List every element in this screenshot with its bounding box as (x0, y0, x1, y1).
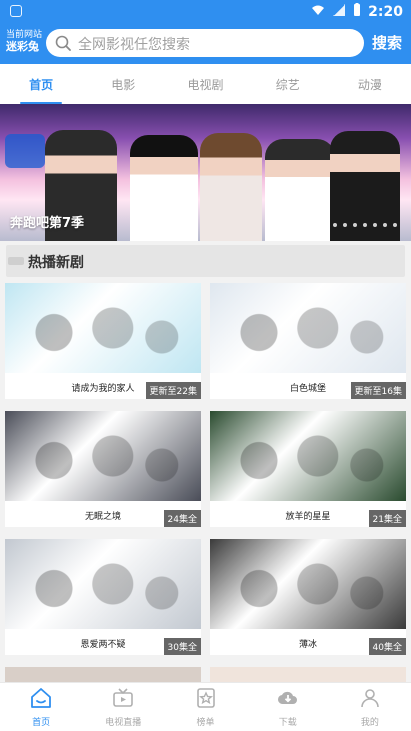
banner-dot[interactable] (313, 223, 317, 227)
thumbnail-artwork (210, 283, 406, 373)
signal-icon (332, 3, 346, 21)
drama-card[interactable]: 21集全 放羊的星星 (210, 411, 406, 527)
wifi-icon (310, 3, 326, 21)
nav-home[interactable]: 首页 (0, 683, 82, 731)
nav-profile-label: 我的 (360, 718, 379, 728)
current-site[interactable]: 当前网站 迷彩兔 (6, 29, 42, 53)
hero-banner[interactable]: 奔跑吧第7季 (0, 104, 411, 241)
drama-card[interactable]: 24集全 无眠之境 (5, 411, 201, 527)
nav-rankings[interactable]: 榜单 (164, 683, 246, 731)
section-marker (8, 257, 24, 265)
drama-thumbnail (5, 411, 201, 501)
drama-title: 放羊的星星 (285, 512, 331, 522)
drama-thumbnail (210, 283, 406, 373)
status-icons: 2:20 (310, 3, 403, 21)
drama-title: 无眠之境 (84, 512, 121, 522)
banner-dot[interactable] (303, 223, 307, 227)
drama-card[interactable]: 更新至22集 请成为我的家人 (5, 283, 201, 399)
current-site-name: 迷彩兔 (6, 40, 39, 53)
thumbnail-artwork (210, 411, 406, 501)
banner-dot[interactable] (393, 223, 397, 227)
home-icon (29, 686, 53, 713)
bottom-navigation: 首页 电视直播 榜单 下载 我的 (0, 682, 411, 731)
category-tabs: 首页 电影 电视剧 综艺 动漫 (0, 64, 411, 104)
tab-home[interactable]: 首页 (0, 64, 82, 104)
top-header: 当前网站 迷彩兔 全网影视任您搜索 搜索 (0, 24, 411, 64)
banner-dot[interactable] (363, 223, 367, 227)
thumbnail-artwork (5, 283, 201, 373)
drama-card[interactable]: 30集全 恩爱两不疑 (5, 539, 201, 655)
banner-caption: 奔跑吧第7季 (10, 216, 85, 231)
banner-dot[interactable] (343, 223, 347, 227)
banner-dot[interactable] (383, 223, 387, 227)
thumbnail-artwork (210, 539, 406, 629)
nav-live-tv[interactable]: 电视直播 (82, 683, 164, 731)
tab-tv-series[interactable]: 电视剧 (164, 64, 246, 104)
section-header: 热播新剧 (6, 245, 405, 277)
nav-live-tv-label: 电视直播 (105, 718, 142, 728)
drama-card[interactable]: 40集全 薄冰 (210, 539, 406, 655)
banner-dot[interactable] (353, 223, 357, 227)
tab-anime[interactable]: 动漫 (329, 64, 411, 104)
drama-title: 恩爱两不疑 (80, 640, 126, 650)
star-icon (194, 686, 218, 713)
drama-title: 薄冰 (298, 640, 317, 650)
thumbnail-artwork (5, 539, 201, 629)
search-placeholder: 全网影视任您搜索 (78, 37, 190, 53)
search-button[interactable]: 搜索 (372, 32, 402, 53)
drama-thumbnail (5, 283, 201, 373)
thumbnail-artwork (5, 411, 201, 501)
tab-variety[interactable]: 综艺 (247, 64, 329, 104)
tab-movies[interactable]: 电影 (82, 64, 164, 104)
nav-home-label: 首页 (32, 718, 51, 728)
search-input[interactable]: 全网影视任您搜索 (46, 29, 364, 57)
drama-card[interactable]: 更新至16集 白色城堡 (210, 283, 406, 399)
banner-dot[interactable] (293, 223, 297, 227)
status-bar: 2:20 (0, 0, 411, 24)
drama-card-peek[interactable] (210, 667, 406, 683)
drama-thumbnail (210, 539, 406, 629)
nav-downloads[interactable]: 下载 (247, 683, 329, 731)
shield-icon (10, 5, 22, 17)
banner-dot[interactable] (323, 223, 327, 227)
search-icon (55, 35, 71, 55)
tv-icon (111, 686, 135, 713)
cloud-download-icon (276, 686, 300, 713)
nav-rankings-label: 榜单 (196, 718, 215, 728)
drama-title: 请成为我的家人 (71, 384, 135, 394)
banner-pagination[interactable] (275, 223, 397, 227)
banner-dot[interactable] (373, 223, 377, 227)
banner-dot[interactable] (333, 223, 337, 227)
drama-thumbnail (210, 411, 406, 501)
section-title: 热播新剧 (28, 255, 84, 271)
clock-time: 2:20 (368, 4, 403, 20)
banner-dot[interactable] (275, 223, 287, 227)
nav-downloads-label: 下载 (278, 718, 297, 728)
drama-title: 白色城堡 (289, 384, 326, 394)
battery-icon (352, 3, 362, 21)
user-icon (358, 686, 382, 713)
drama-thumbnail (5, 539, 201, 629)
drama-card-peek[interactable] (5, 667, 201, 683)
nav-profile[interactable]: 我的 (329, 683, 411, 731)
